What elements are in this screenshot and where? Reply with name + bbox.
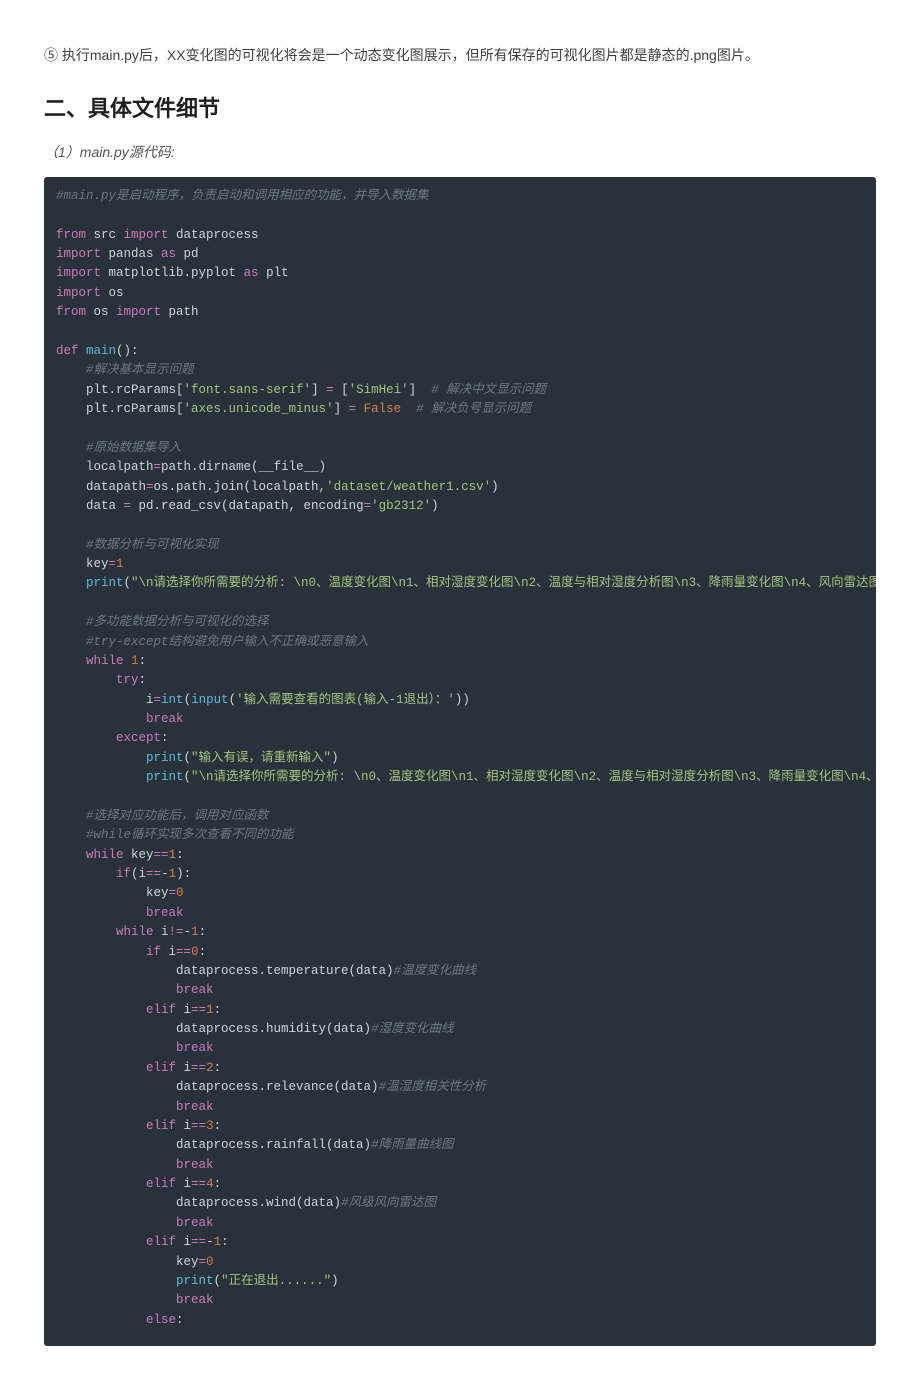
paragraph-item-5: ⑤ 执行main.py后，XX变化图的可视化将会是一个动态变化图展示，但所有保存… (44, 44, 876, 68)
subheading-1: （1）main.py源代码: (44, 141, 876, 165)
section-title: 二、具体文件细节 (44, 90, 876, 127)
code-block-main-py: #main.py是启动程序，负责启动和调用相应的功能，并导入数据集 from s… (44, 177, 876, 1346)
